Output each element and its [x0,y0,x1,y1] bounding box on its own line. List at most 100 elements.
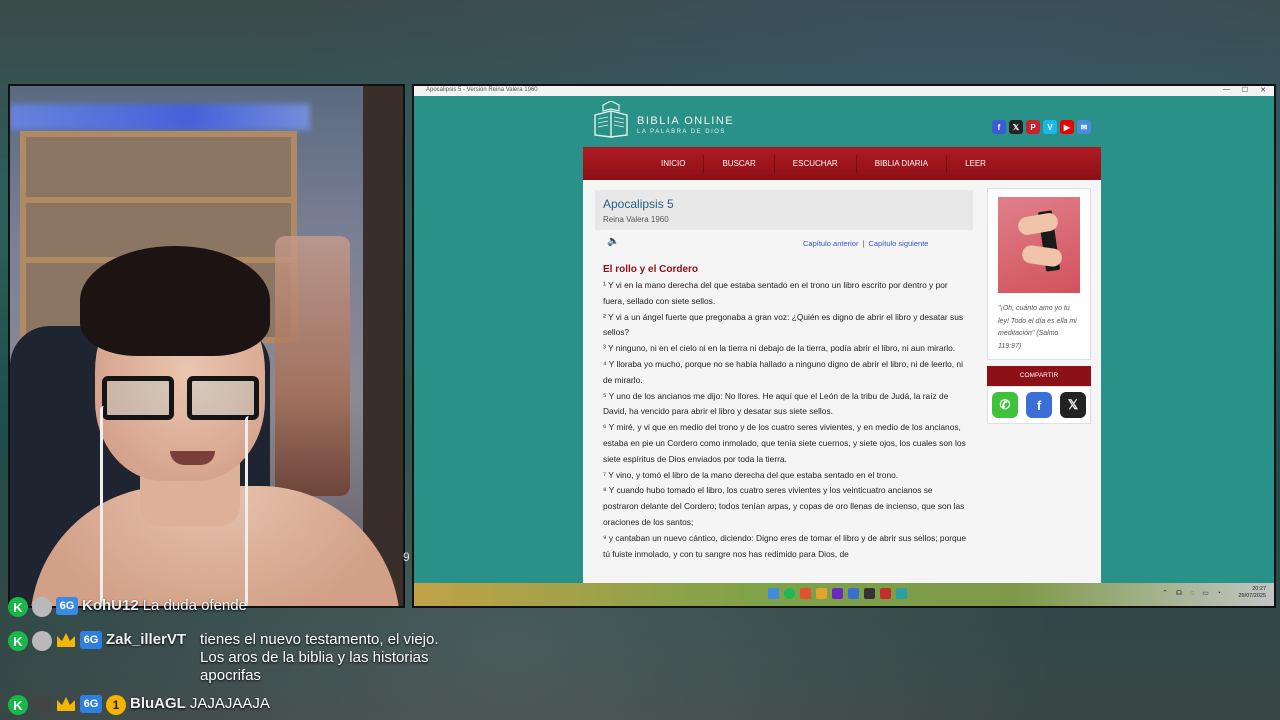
crown-icon [57,633,75,647]
chat-overlay: K 6G KohU12 La duda ofende K 6G Zak_ille… [8,597,478,720]
avatar [32,597,52,617]
facebook-share-icon[interactable]: f [1026,392,1052,418]
avatar [32,695,52,715]
verse-9: ⁹ y cantaban un nuevo cántico, diciendo:… [603,532,966,559]
maximize-button[interactable]: ☐ [1242,86,1248,94]
site-logo[interactable]: BIBLIA ONLINE LA PALABRA DE DIOS [591,101,761,143]
logo-subtitle: LA PALABRA DE DIOS [637,129,726,135]
obs-icon[interactable] [864,588,875,599]
verse-2: ² Y vi a un ángel fuerte que pregonaba a… [603,311,964,338]
facebook-icon[interactable]: f [992,120,1006,134]
mouth [170,451,215,465]
chat-username: Zak_illerVT [106,631,187,648]
crown-icon [57,697,75,711]
nav-biblia-diaria[interactable]: BIBLIA DIARIA [857,154,948,173]
taskbar-apps [768,588,907,599]
speaker-icon[interactable]: 🔈 [607,236,619,248]
kick-icon: K [8,695,28,715]
clock-date: 29/07/2025 [1238,593,1266,599]
nav-inicio[interactable]: INICIO [643,154,705,173]
glasses [102,376,262,420]
verse-3: ³ Y ninguno, ni en el cielo ni en la tie… [603,343,956,354]
discord-icon[interactable] [848,588,859,599]
nav-buscar[interactable]: BUSCAR [704,154,775,173]
figure-poster [275,236,350,496]
chapter-header: Apocalipsis 5 Reina Valera 1960 [595,190,973,230]
chat-username: KohU12 [82,597,139,614]
prev-chapter-link[interactable]: Capítulo anterior [803,239,858,248]
system-tray-icons[interactable]: ⌃ ☊ ◌ ▭ ◔ [1162,589,1224,597]
x-share-icon[interactable]: 𝕏 [1060,392,1086,418]
vimeo-icon[interactable]: V [1043,120,1057,134]
sidebar-quote: "¡Oh, cuánto amo yo tu ley! Todo el día … [998,305,1077,350]
kick-icon: K [8,631,28,651]
verse-of-day-box: "¡Oh, cuánto amo yo tu ley! Todo el día … [987,188,1091,360]
whatsapp-icon[interactable]: ✆ [992,392,1018,418]
x-icon[interactable]: 𝕏 [1009,120,1023,134]
window-title: Apocalipsis 5 - Versión Reina Valera 196… [426,87,538,93]
logo-title: BIBLIA ONLINE [637,115,735,127]
led-strip [10,104,310,130]
sub-badge-icon: 6G [56,597,78,615]
verse-5: ⁵ Y uno de los ancianos me dijo: No llor… [603,390,949,417]
main-nav: INICIO BUSCAR ESCUCHAR BIBLIA DIARIA LEE… [583,147,1101,180]
verse-4: ⁴ Y lloraba yo mucho, porque no se había… [603,358,963,385]
chat-message: K 6G 1 BluAGL JAJAJAAJA [8,695,270,715]
sidebar: "¡Oh, cuánto amo yo tu ley! Todo el día … [987,188,1091,424]
bits-badge-icon: 1 [106,695,126,715]
next-chapter-link[interactable]: Capítulo siguiente [868,239,928,248]
youtube-icon[interactable]: ▶ [1060,120,1074,134]
kick-icon: K [8,597,28,617]
avatar [32,631,52,651]
taskbar: ⌃ ☊ ◌ ▭ ◔ 20:27 29/07/2025 [414,583,1274,606]
pinterest-icon[interactable]: P [1026,120,1040,134]
verse-list: ¹ Y vi en la mano derecha del que estaba… [603,278,969,562]
verse-7: ⁷ Y vino, y tomó el libro de la mano der… [603,469,899,480]
nav-separator: | [862,239,865,248]
verse-6: ⁶ Y miré, y vi que en medio del trono y … [603,422,966,464]
start-icon[interactable] [768,588,779,599]
nav-leer[interactable]: LEER [947,155,1004,173]
spotify-icon[interactable] [784,588,795,599]
chat-text: La duda ofende [142,597,247,614]
earphone-right [245,416,254,606]
chat-username: BluAGL [130,695,186,712]
door [363,86,403,606]
chat-message: K 6G Zak_illerVT tienes el nuevo testame… [8,631,465,685]
section-title: El rollo y el Cordero [603,264,699,275]
verse-1: ¹ Y vi en la mano derecha del que estaba… [603,280,948,306]
content-area: Apocalipsis 5 Reina Valera 1960 🔈 Capítu… [583,180,1101,583]
window-titlebar: Apocalipsis 5 - Versión Reina Valera 196… [414,86,1274,96]
minimize-button[interactable]: — [1223,86,1230,93]
chat-text: tienes el nuevo testamento, el viejo. Lo… [200,631,439,684]
folder-icon[interactable] [816,588,827,599]
verse-8: ⁸ Y cuando hubo tomado el libro, los cua… [603,485,965,527]
nav-escuchar[interactable]: ESCUCHAR [775,154,857,173]
chapter-navigation: Capítulo anterior | Capítulo siguiente [803,239,928,248]
webcam-feed [8,84,405,608]
bible-hands-image [998,197,1080,293]
chat-message: K 6G KohU12 La duda ofende [8,597,247,617]
browser-window: Apocalipsis 5 - Versión Reina Valera 196… [412,84,1276,608]
share-heading: COMPARTIR [987,366,1091,386]
share-buttons: ✆ f 𝕏 [987,386,1091,424]
app-icon[interactable] [880,588,891,599]
open-book-icon [594,101,628,138]
overlay-digit: 9 [403,550,410,564]
app2-icon[interactable] [896,588,907,599]
clock[interactable]: 20:27 29/07/2025 [1238,586,1266,600]
chat-text: JAJAJAAJA [189,695,270,712]
streamer-hair [80,246,270,356]
earphone-left [100,406,109,606]
brave-icon[interactable] [800,588,811,599]
twitch-icon[interactable] [832,588,843,599]
clock-time: 20:27 [1252,586,1266,592]
chapter-title: Apocalipsis 5 [603,197,674,211]
social-links: f 𝕏 P V ▶ ✉ [992,120,1091,134]
version-label: Reina Valera 1960 [603,215,669,224]
sub-badge-icon: 6G [80,631,102,649]
sub-badge-icon: 6G [80,695,102,713]
bible-site: BIBLIA ONLINE LA PALABRA DE DIOS f 𝕏 P V… [583,96,1101,583]
close-button[interactable]: ✕ [1260,86,1266,94]
mail-icon[interactable]: ✉ [1077,120,1091,134]
